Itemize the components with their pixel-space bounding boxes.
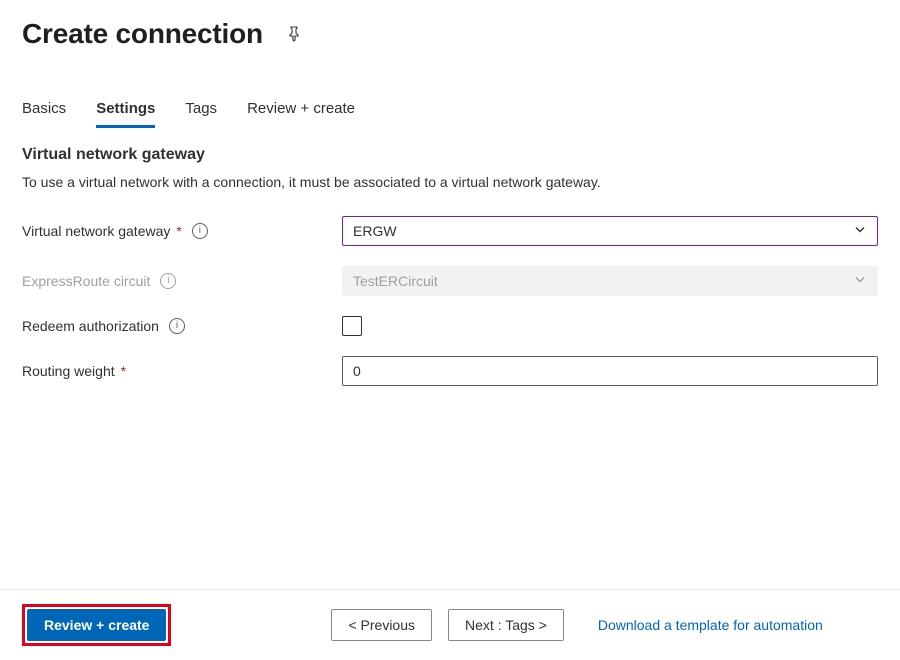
next-button[interactable]: Next : Tags > [448, 609, 564, 641]
review-create-button[interactable]: Review + create [27, 609, 166, 641]
row-routing-weight: Routing weight * [22, 356, 878, 386]
previous-button[interactable]: < Previous [331, 609, 432, 641]
tab-basics[interactable]: Basics [22, 100, 66, 128]
row-redeem-authorization: Redeem authorization i [22, 316, 878, 336]
info-icon[interactable]: i [169, 318, 185, 334]
select-virtual-network-gateway[interactable]: ERGW [342, 216, 878, 246]
checkbox-redeem-authorization[interactable] [342, 316, 362, 336]
required-star-icon: * [121, 363, 126, 379]
chevron-down-icon [853, 223, 867, 240]
label-text-vng: Virtual network gateway [22, 223, 170, 239]
tab-tags[interactable]: Tags [185, 100, 217, 128]
label-redeem-authorization: Redeem authorization i [22, 318, 342, 334]
required-star-icon: * [176, 223, 181, 239]
tabs-bar: Basics Settings Tags Review + create [0, 100, 900, 128]
section-description: To use a virtual network with a connecti… [22, 174, 878, 190]
label-text-redeem: Redeem authorization [22, 318, 159, 334]
info-icon[interactable]: i [192, 223, 208, 239]
label-expressroute-circuit: ExpressRoute circuit i [22, 273, 342, 289]
select-value-vng: ERGW [353, 223, 397, 239]
tab-review-create[interactable]: Review + create [247, 100, 355, 128]
footer-bar: Review + create < Previous Next : Tags >… [0, 590, 900, 660]
pin-icon[interactable] [285, 25, 303, 43]
label-text-weight: Routing weight [22, 363, 115, 379]
chevron-down-icon [853, 273, 867, 290]
select-expressroute-circuit: TestERCircuit [342, 266, 878, 296]
info-icon[interactable]: i [160, 273, 176, 289]
tab-settings[interactable]: Settings [96, 100, 155, 128]
label-routing-weight: Routing weight * [22, 363, 342, 379]
section-title: Virtual network gateway [22, 146, 878, 164]
input-routing-weight[interactable] [342, 356, 878, 386]
page-title: Create connection [22, 18, 263, 50]
row-virtual-network-gateway: Virtual network gateway * i ERGW [22, 216, 878, 246]
select-value-er: TestERCircuit [353, 273, 438, 289]
label-virtual-network-gateway: Virtual network gateway * i [22, 223, 342, 239]
highlight-box: Review + create [22, 604, 171, 646]
download-template-link[interactable]: Download a template for automation [598, 617, 823, 633]
row-expressroute-circuit: ExpressRoute circuit i TestERCircuit [22, 266, 878, 296]
label-text-er: ExpressRoute circuit [22, 273, 150, 289]
